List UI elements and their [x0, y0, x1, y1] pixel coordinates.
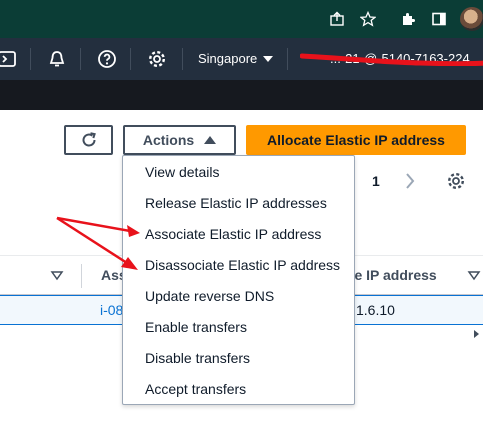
star-icon[interactable] — [357, 8, 379, 30]
menu-item-enable-transfers[interactable]: Enable transfers — [123, 312, 354, 343]
next-page-button[interactable] — [400, 168, 420, 194]
nav-divider — [80, 48, 81, 70]
caret-up-icon — [204, 136, 217, 144]
settings-gear-icon[interactable] — [146, 48, 168, 70]
scroll-right-icon[interactable] — [474, 330, 479, 338]
table-preferences-button[interactable] — [444, 168, 468, 194]
menu-item-update-reverse-dns[interactable]: Update reverse DNS — [123, 281, 354, 312]
browser-toolbar — [0, 0, 483, 38]
nav-divider — [130, 48, 131, 70]
share-icon[interactable] — [326, 8, 348, 30]
allocate-elastic-ip-button[interactable]: Allocate Elastic IP address — [246, 125, 466, 155]
actions-button[interactable]: Actions — [123, 125, 236, 155]
gear-icon — [447, 172, 465, 190]
region-selector[interactable]: Singapore — [198, 50, 274, 68]
service-subnav — [0, 80, 483, 110]
menu-item-accept-transfers[interactable]: Accept transfers — [123, 374, 354, 405]
notifications-bell-icon[interactable] — [46, 48, 68, 70]
help-icon[interactable] — [96, 48, 118, 70]
menu-item-disable-transfers[interactable]: Disable transfers — [123, 343, 354, 374]
menu-item-release-elastic-ip[interactable]: Release Elastic IP addresses — [123, 188, 354, 219]
nav-divider — [182, 48, 183, 70]
column-header-ip-address[interactable]: ate IP address — [342, 267, 437, 283]
refresh-button[interactable] — [64, 125, 113, 155]
nav-divider — [287, 48, 288, 70]
menu-item-disassociate-elastic-ip[interactable]: Disassociate Elastic IP address — [123, 250, 354, 281]
region-label: Singapore — [198, 51, 258, 66]
sort-icon[interactable] — [467, 269, 481, 283]
menu-item-view-details[interactable]: View details — [123, 157, 354, 188]
sort-icon[interactable] — [50, 269, 64, 283]
sidebar-icon[interactable] — [428, 8, 450, 30]
redaction-mark — [300, 53, 483, 66]
ip-address-cell: 1.6.10 — [356, 302, 395, 318]
instance-id-link[interactable]: i-08 — [100, 302, 123, 318]
menu-item-associate-elastic-ip[interactable]: Associate Elastic IP address — [123, 219, 354, 250]
actions-button-label: Actions — [142, 132, 195, 148]
column-divider — [81, 264, 82, 288]
cloudshell-icon[interactable] — [0, 48, 18, 70]
chevron-down-icon — [263, 56, 274, 62]
actions-dropdown-menu: View details Release Elastic IP addresse… — [122, 155, 355, 405]
refresh-icon — [82, 132, 96, 147]
profile-avatar[interactable] — [460, 7, 483, 31]
nav-divider — [30, 48, 31, 70]
chevron-right-icon — [406, 173, 415, 189]
current-page-number[interactable]: 1 — [372, 168, 380, 194]
extensions-icon[interactable] — [397, 8, 419, 30]
